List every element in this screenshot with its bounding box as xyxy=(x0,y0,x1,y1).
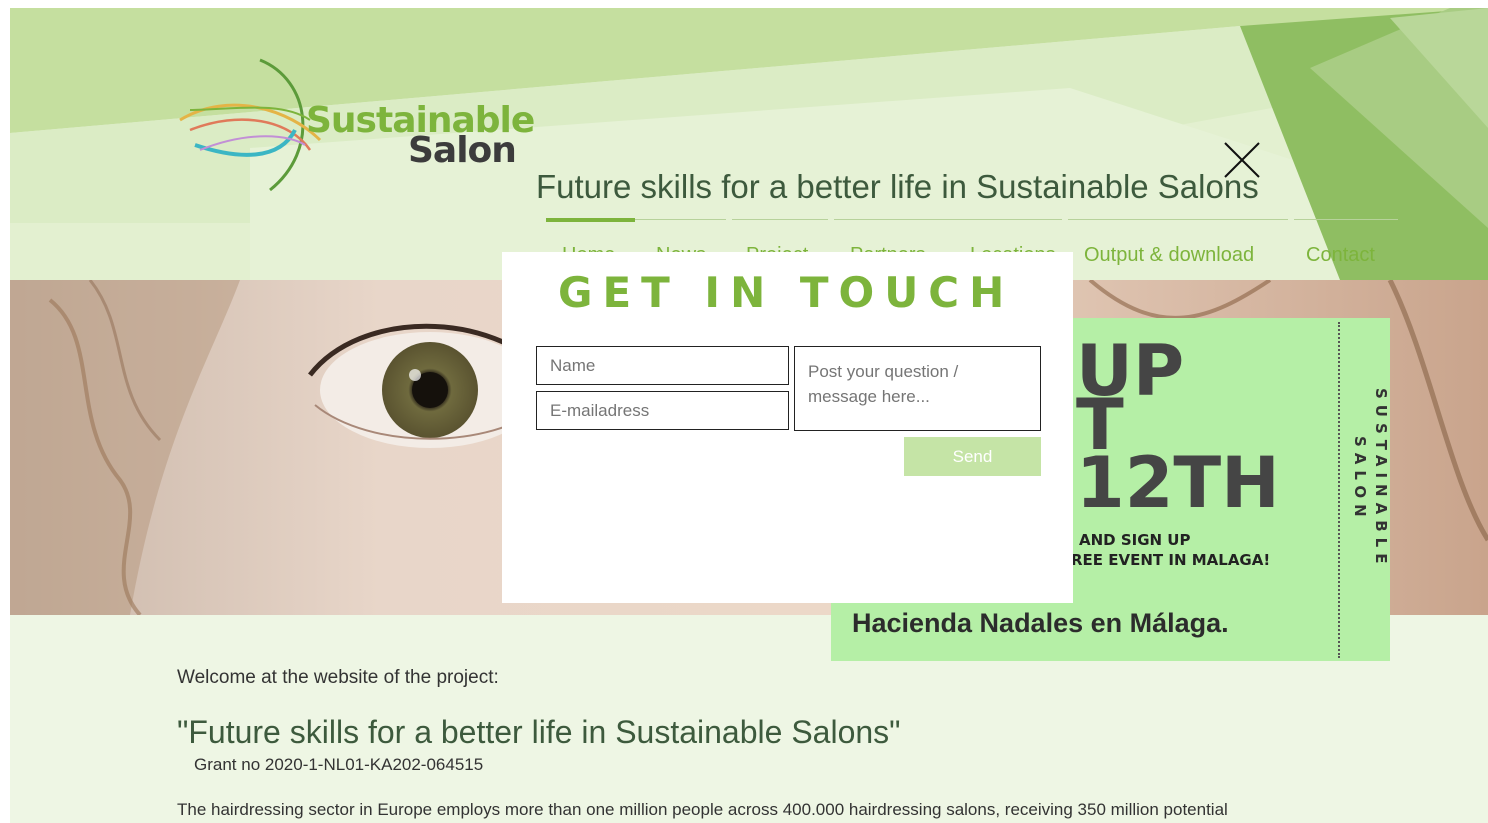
nav-underline xyxy=(732,219,828,220)
contact-modal: GET IN TOUCH Send xyxy=(502,252,1073,603)
nav-active-indicator xyxy=(546,218,635,222)
promo-text-2: REE EVENT IN MALAGA! xyxy=(1071,551,1271,569)
nav-item-contact[interactable]: Contact xyxy=(1306,244,1375,267)
modal-title: GET IN TOUCH xyxy=(558,268,1015,317)
promo-location: Hacienda Nadales en Málaga. xyxy=(852,608,1229,638)
send-button[interactable]: Send xyxy=(904,437,1041,476)
nav-underline xyxy=(1068,219,1288,220)
promo-vertical-text-2: SALON xyxy=(1351,436,1369,523)
name-field[interactable] xyxy=(536,346,789,385)
site-title: Future skills for a better life in Susta… xyxy=(536,168,1259,205)
intro-paragraph: The hairdressing sector in Europe employ… xyxy=(177,800,1228,819)
close-icon[interactable] xyxy=(1222,140,1262,180)
nav-underline xyxy=(834,219,1062,220)
project-title: "Future skills for a better life in Sust… xyxy=(177,714,901,750)
logo-text-salon: Salon xyxy=(408,130,517,171)
grant-number: Grant no 2020-1-NL01-KA202-064515 xyxy=(194,755,484,774)
email-field[interactable] xyxy=(536,391,789,430)
nav-underline xyxy=(1294,219,1398,220)
welcome-text: Welcome at the website of the project: xyxy=(177,667,499,688)
promo-line-3: 12TH xyxy=(1076,442,1280,524)
promo-text-1: AND SIGN UP xyxy=(1079,531,1191,549)
message-field[interactable] xyxy=(794,346,1041,431)
nav-item-output-download[interactable]: Output & download xyxy=(1084,244,1254,267)
